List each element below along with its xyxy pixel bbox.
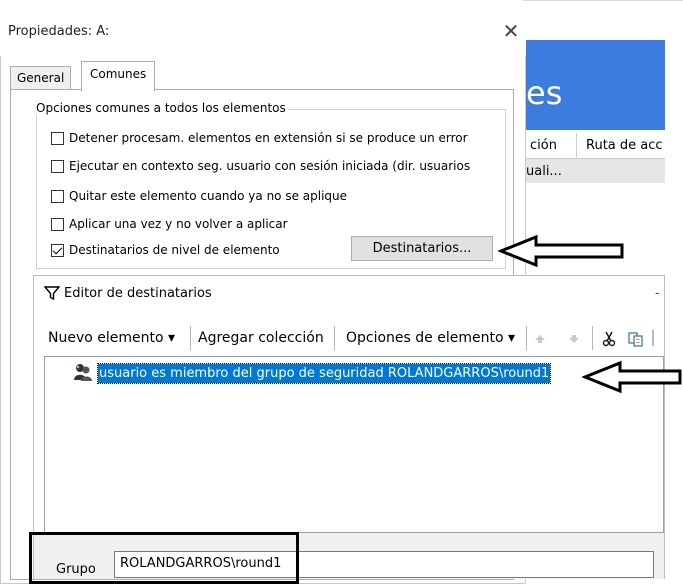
paste-icon[interactable] xyxy=(652,330,654,346)
cut-icon[interactable] xyxy=(602,331,616,347)
filter-icon xyxy=(44,286,60,301)
checkbox[interactable] xyxy=(51,159,64,173)
background-banner-text: es xyxy=(526,74,563,112)
toolbar-separator xyxy=(526,326,527,350)
toolbar-separator xyxy=(334,326,335,350)
security-group-icon xyxy=(74,364,92,381)
option-remove-when-not-applied[interactable]: Quitar este elemento cuando ya no se apl… xyxy=(51,186,347,206)
annotation-arrow-icon xyxy=(582,360,682,394)
tab-general[interactable]: General xyxy=(10,66,72,89)
checkbox[interactable] xyxy=(51,131,64,145)
new-item-dropdown[interactable]: Nuevo elemento ▾ xyxy=(48,330,175,346)
option-label: Aplicar una vez y no volver a aplicar xyxy=(69,217,288,231)
option-apply-once[interactable]: Aplicar una vez y no volver a aplicar xyxy=(51,214,288,234)
minimize-icon[interactable]: - xyxy=(655,286,660,301)
close-icon[interactable]: ✕ xyxy=(496,16,526,46)
option-label: Quitar este elemento cuando ya no se apl… xyxy=(69,189,348,203)
option-run-in-user-context[interactable]: Ejecutar en contexto seg. usuario con se… xyxy=(51,156,501,176)
annotation-highlight-box xyxy=(29,532,299,584)
background-row-text: uali... xyxy=(526,164,562,179)
option-label: Ejecutar en contexto seg. usuario con se… xyxy=(69,159,471,173)
annotation-arrow-icon xyxy=(498,234,624,268)
copy-icon[interactable] xyxy=(628,331,644,347)
option-label: Destinatarios de nivel de elemento xyxy=(69,243,280,257)
common-options-group-label: Opciones comunes a todos los elementos xyxy=(34,101,288,115)
properties-title: Propiedades: A: xyxy=(8,24,110,39)
checkbox[interactable] xyxy=(51,189,64,203)
move-down-icon[interactable] xyxy=(568,334,580,344)
add-collection-button[interactable]: Agregar colección xyxy=(198,330,324,346)
toolbar-separator xyxy=(592,326,593,350)
move-up-icon[interactable] xyxy=(534,334,546,344)
checkbox-checked[interactable] xyxy=(51,243,64,257)
checkbox[interactable] xyxy=(51,217,64,231)
item-options-dropdown[interactable]: Opciones de elemento ▾ xyxy=(346,330,515,346)
tab-comunes[interactable]: Comunes xyxy=(81,61,156,92)
toolbar-separator xyxy=(190,326,191,350)
background-column-separator xyxy=(576,133,577,159)
background-column-1[interactable]: ción xyxy=(530,138,557,153)
tree-item-security-group[interactable]: usuario es miembro del grupo de segurida… xyxy=(96,363,552,384)
option-item-level-targeting[interactable]: Destinatarios de nivel de elemento xyxy=(51,240,280,260)
targeting-editor-title: Editor de destinatarios xyxy=(64,286,212,301)
option-stop-processing[interactable]: Detener procesam. elementos en extensión… xyxy=(51,128,468,148)
option-label: Detener procesam. elementos en extensión… xyxy=(69,131,468,145)
background-column-2[interactable]: Ruta de acc xyxy=(586,138,665,153)
targeting-button[interactable]: Destinatarios... xyxy=(351,236,493,261)
